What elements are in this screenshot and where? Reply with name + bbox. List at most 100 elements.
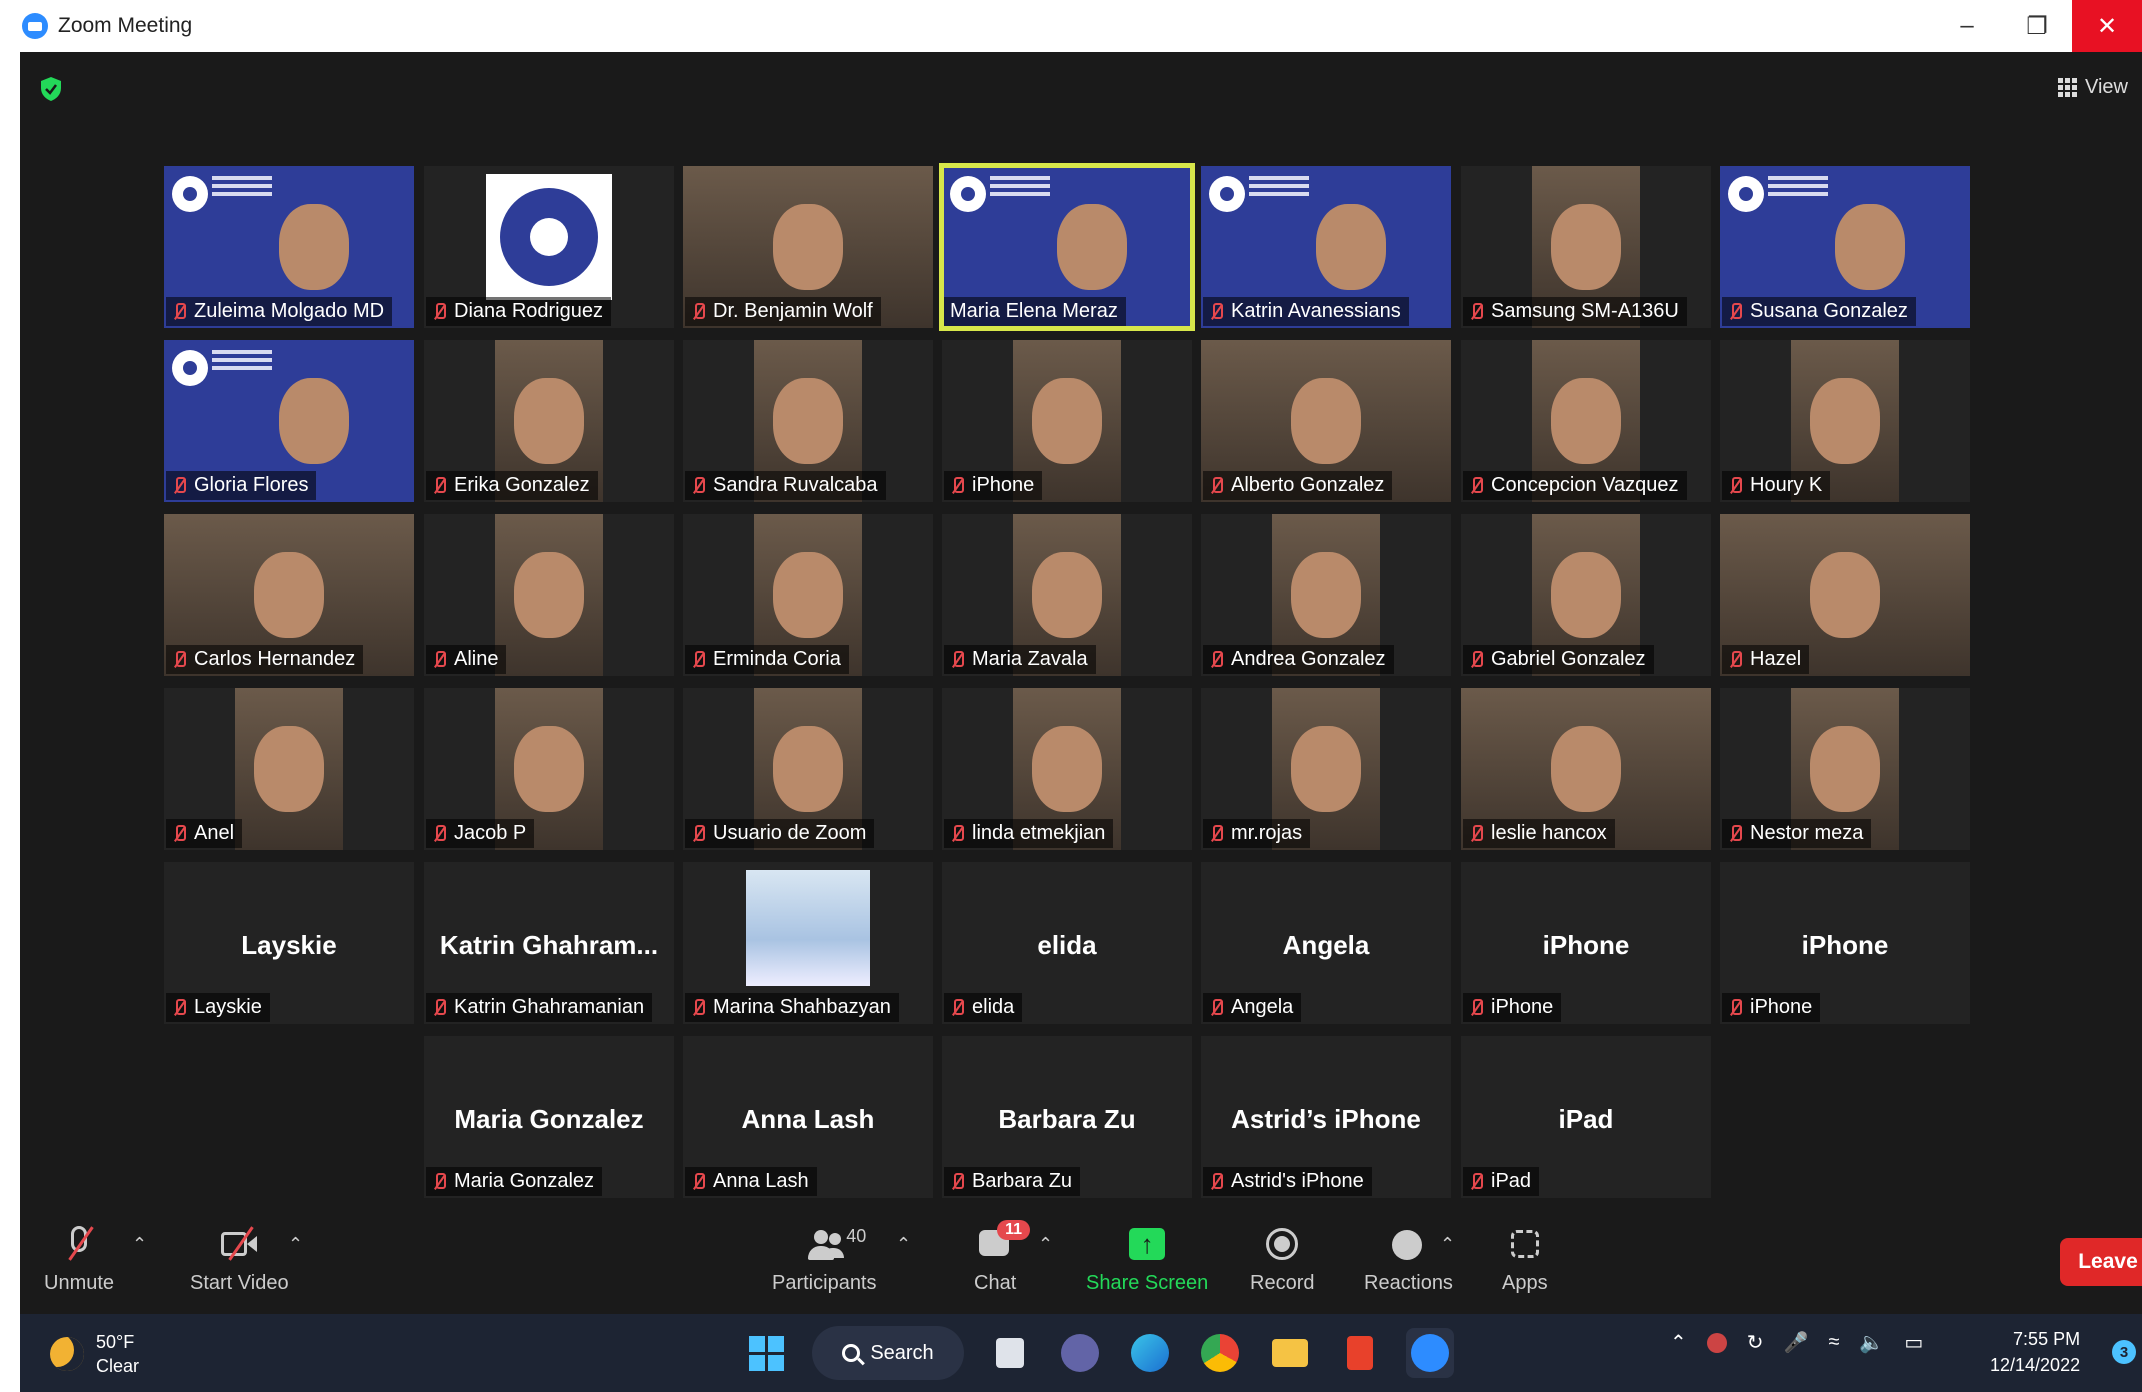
participant-tile[interactable]: Gabriel Gonzalez — [1461, 514, 1711, 676]
participant-tile[interactable]: Dr. Benjamin Wolf — [683, 166, 933, 328]
participant-tile[interactable]: elida elida — [942, 862, 1192, 1024]
participant-tile[interactable]: Usuario de Zoom — [683, 688, 933, 850]
restore-button[interactable]: ❐ — [2002, 0, 2072, 52]
apps-label: Apps — [1502, 1272, 1548, 1294]
start-button[interactable] — [742, 1328, 790, 1378]
chrome-app[interactable] — [1196, 1328, 1244, 1378]
participant-tile[interactable]: Samsung SM-A136U — [1461, 166, 1711, 328]
teams-chat-app[interactable] — [1056, 1328, 1104, 1378]
participant-tile[interactable]: Houry K — [1720, 340, 1970, 502]
participant-tile[interactable]: Erminda Coria — [683, 514, 933, 676]
participant-tile[interactable]: iPhone iPhone — [1461, 862, 1711, 1024]
participant-name: Layskie — [194, 996, 262, 1018]
chevron-up-icon[interactable]: ⌃ — [1670, 1330, 1687, 1355]
participant-tile[interactable]: Alberto Gonzalez — [1201, 340, 1451, 502]
participant-tile[interactable]: Barbara Zu Barbara Zu — [942, 1036, 1192, 1198]
participant-name: Angela — [1231, 996, 1294, 1018]
muted-mic-icon — [432, 824, 446, 843]
participant-tile[interactable]: Zuleima Molgado MD — [164, 166, 414, 328]
cloud-error-icon[interactable] — [1706, 1332, 1727, 1353]
participant-tile[interactable]: iPhone — [942, 340, 1192, 502]
participant-name-tag: Gabriel Gonzalez — [1463, 645, 1654, 674]
record-button[interactable]: Record — [1250, 1224, 1314, 1295]
participant-tile[interactable]: Andrea Gonzalez — [1201, 514, 1451, 676]
participant-tile[interactable]: Maria Gonzalez Maria Gonzalez — [424, 1036, 674, 1198]
muted-mic-icon — [950, 1172, 964, 1191]
participant-tile[interactable]: leslie hancox — [1461, 688, 1711, 850]
participants-button[interactable]: 40 Participants — [772, 1224, 877, 1295]
chat-label: Chat — [974, 1272, 1017, 1294]
title-bar: Zoom Meeting – ❐ ✕ — [0, 0, 2142, 52]
zoom-app-icon — [22, 13, 48, 39]
participant-tile[interactable]: Marina Shahbazyan — [683, 862, 933, 1024]
security-shield-icon[interactable] — [40, 76, 62, 102]
chat-caret[interactable]: ⌃ — [1038, 1234, 1053, 1255]
participant-name-tag: Usuario de Zoom — [685, 819, 875, 848]
grid-icon — [2058, 78, 2077, 97]
reactions-caret[interactable]: ⌃ — [1440, 1234, 1455, 1255]
task-view-button[interactable] — [986, 1328, 1034, 1378]
wifi-icon[interactable]: ≈ — [1828, 1331, 1839, 1354]
participants-caret[interactable]: ⌃ — [896, 1234, 911, 1255]
participant-name-tag: Erika Gonzalez — [426, 471, 598, 500]
participant-tile[interactable]: Diana Rodriguez — [424, 166, 674, 328]
record-label: Record — [1250, 1272, 1315, 1294]
unmute-button[interactable]: Unmute — [44, 1224, 114, 1295]
participant-name: Gloria Flores — [194, 474, 309, 496]
participant-tile[interactable]: Katrin Ghahram... Katrin Ghahramanian — [424, 862, 674, 1024]
minimize-button[interactable]: – — [1932, 0, 2002, 52]
participant-tile[interactable]: Hazel — [1720, 514, 1970, 676]
office-app[interactable] — [1336, 1328, 1384, 1378]
apps-button[interactable]: Apps — [1502, 1224, 1548, 1295]
participant-name: Dr. Benjamin Wolf — [713, 300, 873, 322]
participant-name: Aline — [454, 648, 499, 670]
taskbar-search[interactable]: Search — [812, 1326, 964, 1380]
participants-count: 40 — [846, 1226, 867, 1246]
close-button[interactable]: ✕ — [2072, 0, 2142, 52]
chat-button[interactable]: 11 Chat — [974, 1220, 1031, 1295]
notification-badge[interactable]: 3 — [2112, 1340, 2136, 1364]
participant-name: Marina Shahbazyan — [713, 996, 891, 1018]
participant-video — [279, 378, 349, 464]
weather-widget[interactable]: 50°F Clear — [50, 1330, 139, 1378]
participant-tile[interactable]: Maria Zavala — [942, 514, 1192, 676]
leave-button[interactable]: Leave — [2060, 1238, 2142, 1286]
participant-display-name: iPhone — [1801, 930, 1889, 960]
participant-tile[interactable]: Katrin Avanessians — [1201, 166, 1451, 328]
participant-tile[interactable]: Anel — [164, 688, 414, 850]
participant-tile[interactable]: Concepcion Vazquez — [1461, 340, 1711, 502]
participant-tile[interactable]: Nestor meza — [1720, 688, 1970, 850]
edge-app[interactable] — [1126, 1328, 1174, 1378]
participant-tile[interactable]: iPad iPad — [1461, 1036, 1711, 1198]
participant-tile[interactable]: Jacob P — [424, 688, 674, 850]
speaker-icon[interactable]: 🔈 — [1859, 1330, 1884, 1355]
participant-tile[interactable]: Carlos Hernandez — [164, 514, 414, 676]
participant-tile[interactable]: Maria Elena Meraz — [939, 163, 1195, 331]
participant-tile[interactable]: Anna Lash Anna Lash — [683, 1036, 933, 1198]
audio-options-caret[interactable]: ⌃ — [132, 1234, 147, 1255]
participant-tile[interactable]: linda etmekjian — [942, 688, 1192, 850]
view-button[interactable]: View — [2058, 76, 2128, 99]
participant-tile[interactable]: Layskie Layskie — [164, 862, 414, 1024]
participant-tile[interactable]: Sandra Ruvalcaba — [683, 340, 933, 502]
participant-tile[interactable]: mr.rojas — [1201, 688, 1451, 850]
participant-name: Usuario de Zoom — [713, 822, 867, 844]
participant-tile[interactable]: Gloria Flores — [164, 340, 414, 502]
clock[interactable]: 7:55 PM 12/14/2022 — [1990, 1326, 2080, 1378]
file-explorer-app[interactable] — [1266, 1328, 1314, 1378]
participant-tile[interactable]: Angela Angela — [1201, 862, 1451, 1024]
zoom-taskbar-app[interactable] — [1406, 1328, 1454, 1378]
sync-icon[interactable]: ↻ — [1747, 1330, 1764, 1355]
video-options-caret[interactable]: ⌃ — [288, 1234, 303, 1255]
share-screen-button[interactable]: Share Screen — [1086, 1224, 1208, 1295]
start-video-button[interactable]: Start Video — [190, 1224, 289, 1295]
participant-tile[interactable]: iPhone iPhone — [1720, 862, 1970, 1024]
participant-tile[interactable]: Aline — [424, 514, 674, 676]
microphone-icon[interactable]: 🎤 — [1784, 1330, 1809, 1355]
muted-mic-icon — [691, 302, 705, 321]
participant-tile[interactable]: Astrid’s iPhone Astrid's iPhone — [1201, 1036, 1451, 1198]
participant-tile[interactable]: Susana Gonzalez — [1720, 166, 1970, 328]
battery-icon[interactable]: ▭ — [1904, 1330, 1923, 1355]
participant-tile[interactable]: Erika Gonzalez — [424, 340, 674, 502]
participant-name-tag: Dr. Benjamin Wolf — [685, 297, 881, 326]
